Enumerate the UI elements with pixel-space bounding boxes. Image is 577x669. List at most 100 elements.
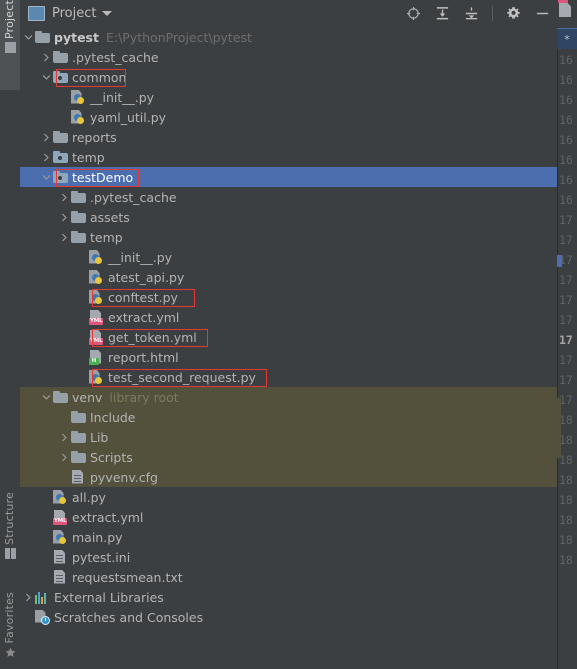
expand-all-icon[interactable] xyxy=(434,5,451,22)
tree-row[interactable]: requestsmean.txt xyxy=(20,567,557,587)
tree-row[interactable]: reports xyxy=(20,127,557,147)
tree-row-label: main.py xyxy=(72,529,123,545)
editor-line-number: 17 xyxy=(559,213,573,227)
sidebar-tab-project-label: Project xyxy=(3,0,16,40)
chevron-down-icon[interactable] xyxy=(102,11,113,16)
chevron-right-icon[interactable] xyxy=(40,147,52,167)
tree-row-label: temp xyxy=(72,149,105,165)
tree-row[interactable]: YML get_token.yml xyxy=(20,327,557,347)
tree-row[interactable]: .pytest_cache xyxy=(20,187,557,207)
tree-row[interactable]: Include xyxy=(20,407,557,427)
tree-row[interactable]: all.py xyxy=(20,487,557,507)
tree-row-label: __init__.py xyxy=(90,89,155,105)
tree-row[interactable]: test_second_request.py xyxy=(20,367,557,387)
chevron-right-icon[interactable] xyxy=(22,587,34,607)
tree-row-label: pytest xyxy=(54,29,99,45)
tree-row[interactable]: yaml_util.py xyxy=(20,107,557,127)
tree-row[interactable]: YML extract.yml xyxy=(20,507,557,527)
folder-icon xyxy=(70,209,86,225)
tree-row[interactable]: Hreport.html xyxy=(20,347,557,367)
project-view-icon xyxy=(28,6,45,21)
tree-row[interactable]: temp xyxy=(20,227,557,247)
editor-line-number: 16 xyxy=(559,53,573,67)
editor-active-tab-marker[interactable]: * xyxy=(557,28,577,49)
tree-row[interactable]: conftest.py xyxy=(20,287,557,307)
folder-icon xyxy=(52,389,68,405)
locate-file-icon[interactable] xyxy=(405,5,422,22)
sidebar-tab-structure[interactable]: Structure xyxy=(0,492,20,588)
chevron-right-icon[interactable] xyxy=(58,187,70,207)
project-file-tree[interactable]: pytest E:\PythonProject\pytest .pytest_cac… xyxy=(20,27,557,669)
tree-row[interactable]: atest_api.py xyxy=(20,267,557,287)
chevron-right-icon[interactable] xyxy=(40,127,52,147)
editor-line-number: 16 xyxy=(559,93,573,107)
chevron-right-icon[interactable] xyxy=(40,47,52,67)
html-file-icon: H xyxy=(88,349,104,365)
python-file-icon xyxy=(88,289,104,305)
tree-row[interactable]: venv library root xyxy=(20,387,557,407)
folder-icon xyxy=(52,129,68,145)
chevron-right-icon[interactable] xyxy=(58,447,70,467)
chevron-down-icon[interactable] xyxy=(40,387,52,407)
chevron-right-icon[interactable] xyxy=(58,427,70,447)
gear-icon[interactable] xyxy=(505,5,522,22)
collapse-all-icon[interactable] xyxy=(463,5,480,22)
tree-row-sublabel: library root xyxy=(109,389,179,405)
chevron-down-icon[interactable] xyxy=(40,167,52,187)
tree-row[interactable]: Scratches and Consoles xyxy=(20,607,557,627)
python-file-icon xyxy=(88,249,104,265)
chevron-right-icon[interactable] xyxy=(58,227,70,247)
tree-row[interactable]: .pytest_cache xyxy=(20,47,557,67)
structure-panel-icon xyxy=(4,547,16,559)
folder-icon xyxy=(34,29,50,45)
external-libraries-icon xyxy=(34,589,50,605)
tree-row[interactable]: main.py xyxy=(20,527,557,547)
chevron-down-icon[interactable] xyxy=(40,67,52,87)
editor-line-number: 17 xyxy=(559,353,573,367)
tree-row-label: Lib xyxy=(90,429,109,445)
tree-row-label: pyvenv.cfg xyxy=(90,469,158,485)
tree-row[interactable]: Scripts xyxy=(20,447,557,467)
tree-row[interactable]: pyvenv.cfg xyxy=(20,467,557,487)
tree-row-label: temp xyxy=(90,229,123,245)
tree-row-label: common xyxy=(72,69,127,85)
tree-row[interactable]: common xyxy=(20,67,557,87)
editor-line-number-gutter: 16 16 16 16 16 16 16 16 17 17 17 17 17 17 17 17 17 17 18 18… xyxy=(557,50,577,570)
tree-row[interactable]: temp xyxy=(20,147,557,167)
tree-row[interactable]: testDemo xyxy=(20,167,557,187)
editor-line-number: 17 xyxy=(559,333,573,347)
hide-icon[interactable] xyxy=(534,5,551,22)
chevron-down-icon[interactable] xyxy=(22,27,34,47)
tree-row-label: requestsmean.txt xyxy=(72,569,183,585)
chevron-right-icon[interactable] xyxy=(58,207,70,227)
editor-line-number: 18 xyxy=(559,533,573,547)
tree-row-label: yaml_util.py xyxy=(90,109,167,125)
tree-row[interactable]: External Libraries xyxy=(20,587,557,607)
python-file-icon xyxy=(52,529,68,545)
editor-tabbar: CS xyxy=(557,0,577,27)
sidebar-tab-favorites[interactable]: Favorites xyxy=(0,592,20,669)
tree-row[interactable]: YML extract.yml xyxy=(20,307,557,327)
tree-row[interactable]: pytest E:\PythonProject\pytest xyxy=(20,27,557,47)
favorites-star-icon xyxy=(5,647,16,658)
tree-row[interactable]: Lib xyxy=(20,427,557,447)
tree-row[interactable]: pytest.ini xyxy=(20,547,557,567)
pycharm-project-tool-window: Project Structure Favorites Project pyte… xyxy=(0,0,577,669)
tree-row[interactable]: __init__.py xyxy=(20,247,557,267)
yml-file-icon: YML xyxy=(52,509,68,525)
tree-row[interactable]: assets xyxy=(20,207,557,227)
sidebar-tab-project[interactable]: Project xyxy=(0,0,20,90)
folder-icon xyxy=(70,429,86,445)
tree-row[interactable]: __init__.py xyxy=(20,87,557,107)
project-view-selector[interactable]: Project xyxy=(20,6,113,21)
